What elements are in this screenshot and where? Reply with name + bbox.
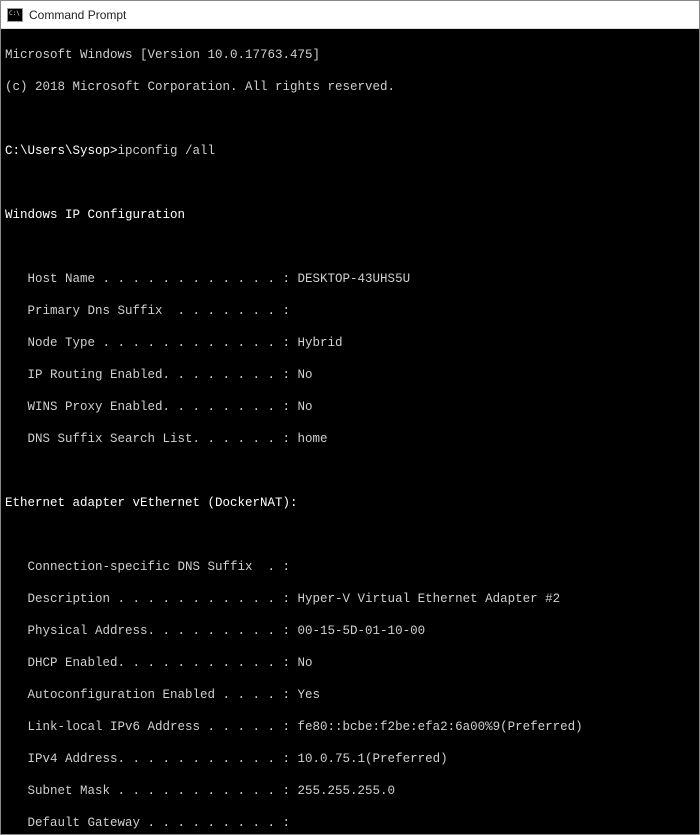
dockernat-subnet: Subnet Mask . . . . . . . . . . . : 255.… [5, 783, 695, 799]
dockernat-description: Description . . . . . . . . . . . : Hype… [5, 591, 695, 607]
blank [5, 527, 695, 543]
primary-dns-suffix: Primary Dns Suffix . . . . . . . : [5, 303, 695, 319]
prompt-path: C:\Users\Sysop> [5, 144, 118, 158]
node-type: Node Type . . . . . . . . . . . . : Hybr… [5, 335, 695, 351]
command-prompt-window: Command Prompt Microsoft Windows [Versio… [0, 0, 700, 835]
dockernat-autoconf: Autoconfiguration Enabled . . . . : Yes [5, 687, 695, 703]
cmd-icon [7, 8, 23, 22]
window-title: Command Prompt [29, 8, 126, 22]
blank [5, 239, 695, 255]
blank [5, 111, 695, 127]
prompt-command: ipconfig /all [118, 144, 216, 158]
host-name: Host Name . . . . . . . . . . . . : DESK… [5, 271, 695, 287]
dockernat-conn-suffix: Connection-specific DNS Suffix . : [5, 559, 695, 575]
section-dockernat-title: Ethernet adapter vEthernet (DockerNAT): [5, 495, 695, 511]
dns-suffix-search-list: DNS Suffix Search List. . . . . . : home [5, 431, 695, 447]
copyright-line: (c) 2018 Microsoft Corporation. All righ… [5, 79, 695, 95]
dockernat-ipv4: IPv4 Address. . . . . . . . . . . : 10.0… [5, 751, 695, 767]
dockernat-gateway: Default Gateway . . . . . . . . . : [5, 815, 695, 831]
dockernat-dhcp-enabled: DHCP Enabled. . . . . . . . . . . : No [5, 655, 695, 671]
dockernat-physical-address: Physical Address. . . . . . . . . : 00-1… [5, 623, 695, 639]
wins-proxy-enabled: WINS Proxy Enabled. . . . . . . . : No [5, 399, 695, 415]
os-version-line: Microsoft Windows [Version 10.0.17763.47… [5, 47, 695, 63]
terminal-output[interactable]: Microsoft Windows [Version 10.0.17763.47… [1, 29, 699, 834]
dockernat-linklocal-ipv6: Link-local IPv6 Address . . . . . : fe80… [5, 719, 695, 735]
titlebar[interactable]: Command Prompt [1, 1, 699, 29]
section-ipconfig-title: Windows IP Configuration [5, 207, 695, 223]
blank [5, 463, 695, 479]
prompt-line: C:\Users\Sysop>ipconfig /all [5, 143, 695, 159]
ip-routing-enabled: IP Routing Enabled. . . . . . . . : No [5, 367, 695, 383]
blank [5, 175, 695, 191]
